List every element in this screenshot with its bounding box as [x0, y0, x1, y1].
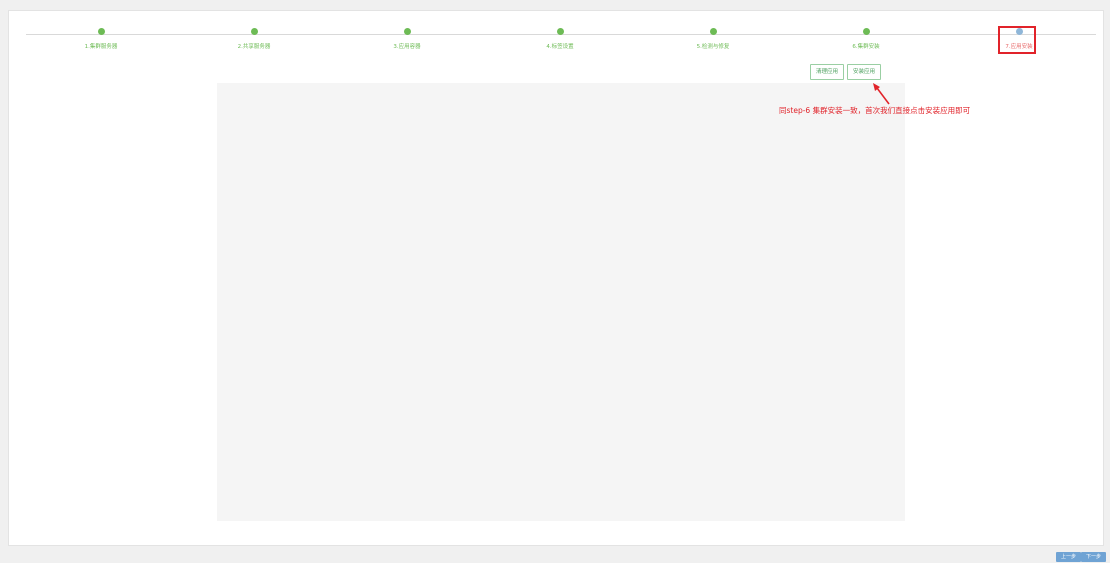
step-3-app-containers[interactable]: 3.应用容器: [347, 28, 467, 51]
annotation-note: 同step-6 集群安装一致，首次我们直接点击安装应用即可: [779, 106, 971, 115]
step-4-dot: [556, 28, 564, 35]
step-6-dot: [862, 28, 870, 35]
step-5-label: 5.检测与修复: [696, 44, 730, 50]
next-step-button[interactable]: 下一步: [1081, 552, 1107, 562]
step-1-label: 1.集群服务器: [84, 44, 118, 50]
step-2-dot: [250, 28, 258, 35]
step-1-dot: [97, 28, 105, 35]
step-6-cluster-install[interactable]: 6.集群安装: [806, 28, 926, 51]
clean-apps-button[interactable]: 清理应用: [810, 64, 845, 80]
step-2-shared-servers[interactable]: 2.共享服务器: [194, 28, 314, 51]
step-5-dot: [709, 28, 717, 35]
step-5-check-and-repair[interactable]: 5.检测与修复: [653, 28, 773, 51]
step-6-label: 6.集群安装: [852, 44, 880, 50]
step-1-cluster-servers[interactable]: 1.集群服务器: [41, 28, 161, 51]
install-apps-button[interactable]: 安装应用: [847, 64, 882, 80]
step-4-label-settings[interactable]: 4.标签设置: [500, 28, 620, 51]
step-4-label: 4.标签设置: [546, 44, 574, 50]
app-list-content-area: [217, 83, 905, 521]
step-2-label: 2.共享服务器: [237, 44, 271, 50]
prev-step-button[interactable]: 上一步: [1056, 552, 1082, 562]
active-step-highlight-box: [998, 26, 1036, 54]
step-3-label: 3.应用容器: [393, 44, 421, 50]
wizard-panel: 1.集群服务器 2.共享服务器 3.应用容器 4.标签设置 5.检测与修复 6.…: [8, 10, 1104, 546]
step-3-dot: [403, 28, 411, 35]
